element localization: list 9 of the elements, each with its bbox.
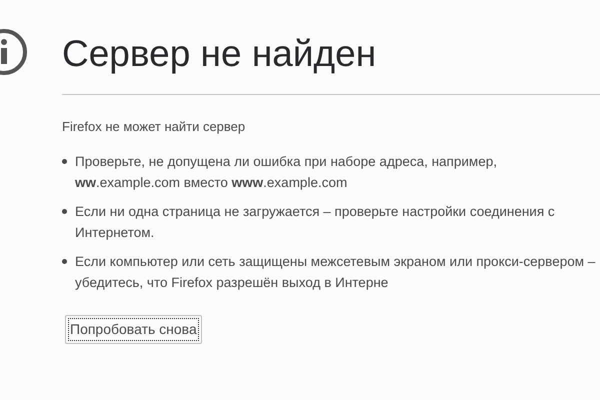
suggestion-text: Проверьте, не допущена ли ошибка при наборе адреса, например, ww.example.com вместо www.example.com [75,152,498,192]
error-subtitle: Firefox не может найти сервер [62,118,246,136]
suggestion-text: Если ни одна страница не загружается – проверьте настройки соединения с Интернетом. [75,202,556,242]
bullet-icon [62,258,67,264]
page-title: Сервер не найден [62,32,376,76]
suggestion-text: Если компьютер или сеть защищены межсетевым экраном или прокси-сервером – убедитесь, что Firefox разрешён выход в Интерне [75,252,596,292]
bullet-icon [62,208,67,214]
try-again-button[interactable]: Попробовать снова [65,314,202,344]
bullet-icon [62,158,67,164]
